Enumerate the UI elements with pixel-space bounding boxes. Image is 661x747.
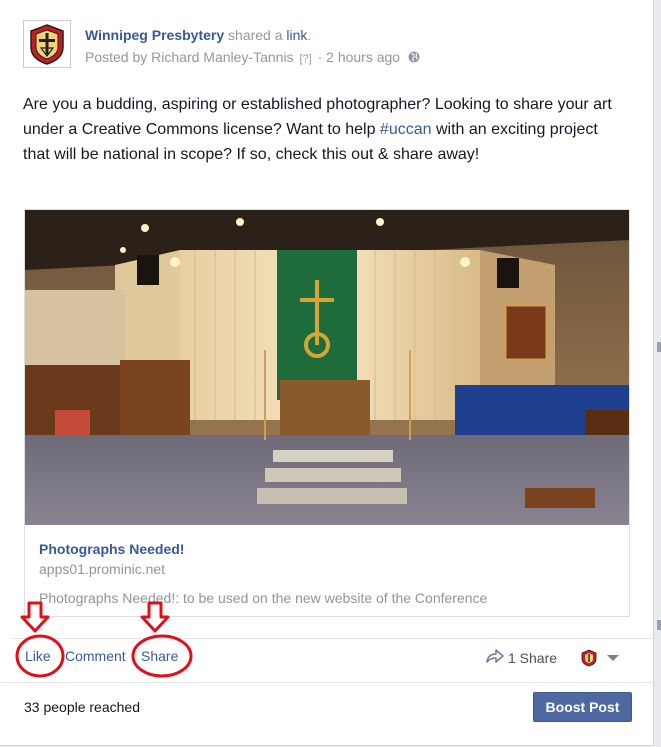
- posted-by-name[interactable]: Richard Manley-Tannis: [151, 49, 293, 65]
- like-button[interactable]: Like: [25, 648, 51, 664]
- actions-divider: [12, 638, 653, 639]
- caret-down-icon[interactable]: [607, 655, 619, 661]
- author-link[interactable]: Winnipeg Presbytery: [85, 27, 224, 43]
- globe-icon[interactable]: [408, 50, 420, 66]
- share-count-link[interactable]: 1 Share: [486, 649, 557, 666]
- posted-by-prefix: Posted by: [85, 49, 148, 65]
- page-avatar-icon[interactable]: [580, 649, 598, 667]
- post-message: Are you a budding, aspiring or establish…: [23, 92, 623, 167]
- post-card: Winnipeg Presbytery shared a link. Poste…: [0, 0, 654, 746]
- reach-count: 33 people reached: [24, 699, 140, 715]
- comment-button[interactable]: Comment: [65, 648, 126, 664]
- link-preview[interactable]: Photographs Needed! apps01.prominic.net …: [24, 209, 630, 617]
- boost-post-button[interactable]: Boost Post: [533, 692, 632, 722]
- post-meta: Posted by Richard Manley-Tannis [?] · 2 …: [85, 49, 420, 66]
- help-marker[interactable]: [?]: [299, 53, 311, 65]
- link-title[interactable]: Photographs Needed!: [39, 541, 184, 557]
- edge-marker: [657, 342, 661, 352]
- link-domain: apps01.prominic.net: [39, 561, 166, 577]
- link-preview-image[interactable]: [25, 210, 629, 525]
- page-logo-icon[interactable]: [23, 20, 71, 68]
- action-text: shared a: [228, 27, 283, 43]
- post-header: Winnipeg Presbytery shared a link.: [85, 27, 311, 43]
- action-link[interactable]: link: [286, 27, 307, 43]
- share-button[interactable]: Share: [141, 648, 178, 664]
- share-count-label: 1 Share: [508, 649, 558, 666]
- footer-divider: [0, 682, 653, 683]
- hashtag-link[interactable]: #uccan: [380, 121, 432, 138]
- link-description: Photographs Needed!: to be used on the n…: [39, 590, 488, 606]
- timestamp[interactable]: 2 hours ago: [326, 49, 400, 65]
- action-end: .: [307, 27, 312, 43]
- edge-marker: [657, 620, 661, 630]
- meta-separator: ·: [317, 49, 323, 65]
- share-arrow-icon: [486, 649, 504, 666]
